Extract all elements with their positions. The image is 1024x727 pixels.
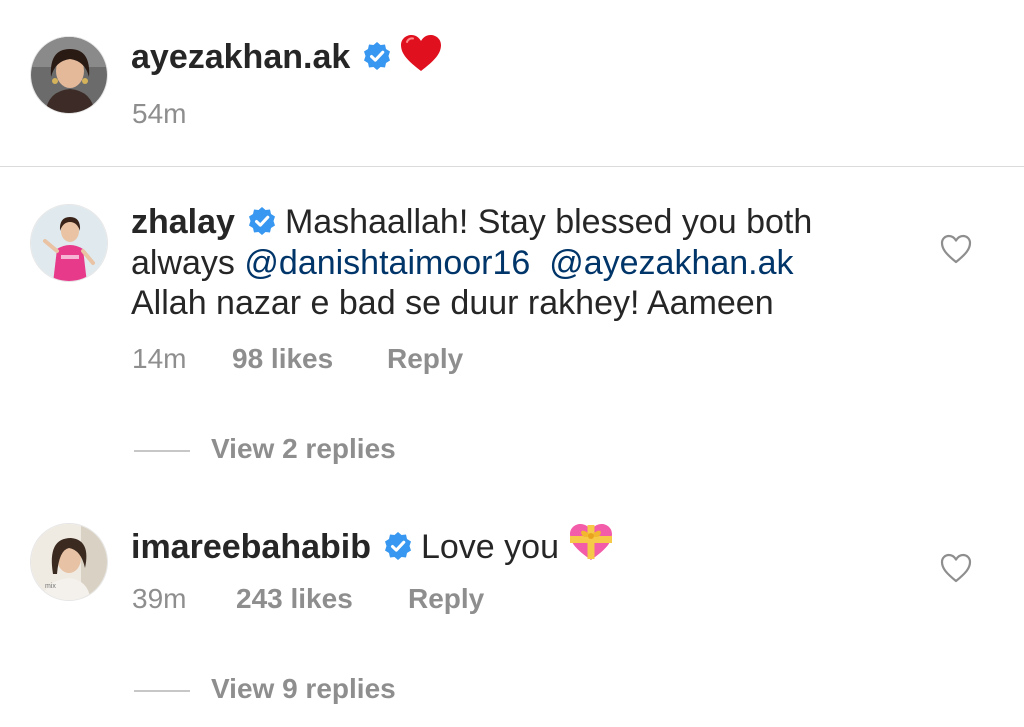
like-heart-icon[interactable] <box>940 234 972 269</box>
view-replies-button[interactable]: View 2 replies <box>211 433 396 465</box>
divider <box>0 166 1024 167</box>
avatar-image <box>31 37 107 113</box>
post-time: 54m <box>132 98 187 129</box>
avatar[interactable] <box>30 36 108 114</box>
replies-divider <box>134 450 190 452</box>
view-replies-button[interactable]: View 9 replies <box>211 673 396 705</box>
verified-badge-icon <box>383 530 413 560</box>
comment-line2: always @danishtaimoor16 @ayezakhan.ak <box>131 243 794 283</box>
mention-link[interactable]: @danishtaimoor16 <box>244 244 530 282</box>
comment-username[interactable]: zhalay <box>131 203 235 241</box>
avatar[interactable]: mix <box>30 523 108 601</box>
verified-badge-icon <box>362 40 392 70</box>
reply-button[interactable]: Reply <box>387 343 463 375</box>
like-heart-icon[interactable] <box>940 553 972 588</box>
verified-badge-icon <box>247 205 277 235</box>
comment-time: 14m <box>132 343 187 374</box>
likes-count[interactable]: 98 likes <box>232 343 333 375</box>
comment-body-line3: Allah nazar e bad se duur rakhey! Aameen <box>131 284 774 322</box>
avatar-image <box>31 205 107 281</box>
post-username[interactable]: ayezakhan.ak <box>131 38 350 76</box>
comment-text: zhalay Mashaallah! Stay blessed you both <box>131 202 812 242</box>
replies-divider <box>134 690 190 692</box>
red-heart-icon <box>400 34 442 81</box>
svg-text:mix: mix <box>45 583 56 590</box>
comment-username[interactable]: imareebahabib <box>131 528 371 566</box>
avatar[interactable] <box>30 204 108 282</box>
comment-body-line2: always <box>131 244 235 282</box>
avatar-image: mix <box>31 524 107 600</box>
mention-link[interactable]: @ayezakhan.ak <box>549 244 793 282</box>
post-caption: ayezakhan.ak <box>131 34 442 81</box>
heart-with-ribbon-icon <box>568 522 614 571</box>
comment-body: Love you <box>420 528 559 566</box>
comment-time: 39m <box>132 583 187 614</box>
comment-body-line1: Mashaallah! Stay blessed you both <box>284 203 813 241</box>
reply-button[interactable]: Reply <box>408 583 484 615</box>
comment-text: imareebahabib Love you <box>131 522 614 571</box>
likes-count[interactable]: 243 likes <box>236 583 353 615</box>
